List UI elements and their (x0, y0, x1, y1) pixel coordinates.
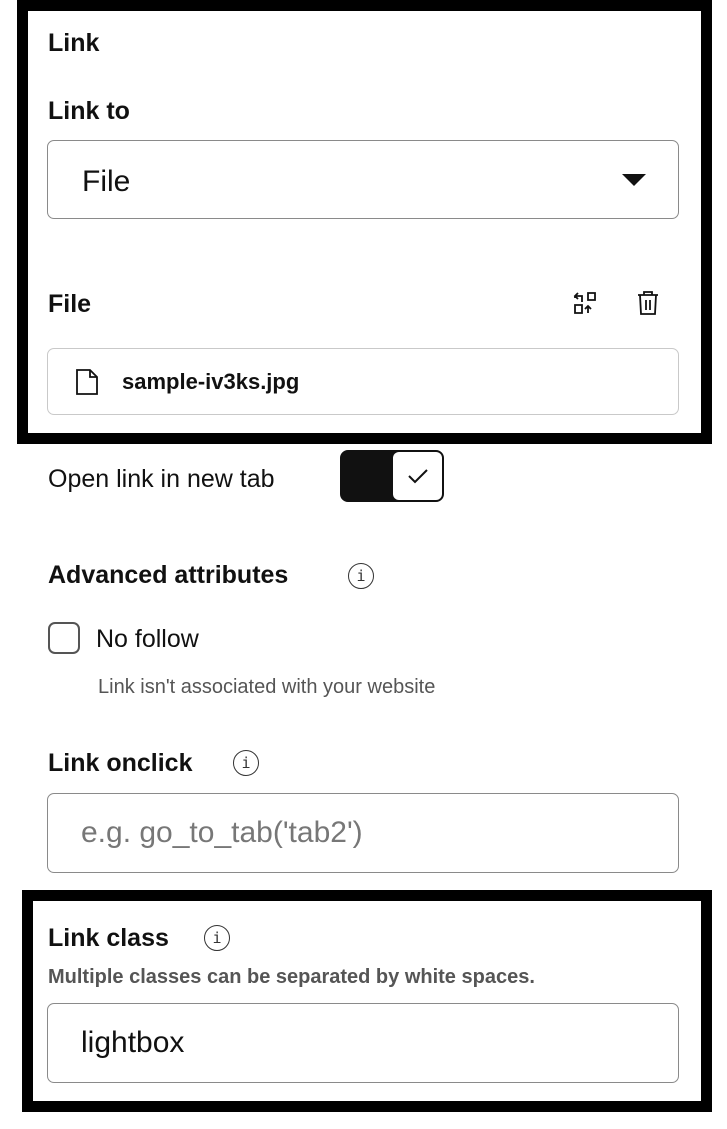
info-icon[interactable]: i (204, 925, 230, 951)
link-to-label: Link to (48, 97, 130, 125)
link-class-help: Multiple classes can be separated by whi… (48, 966, 535, 988)
info-icon[interactable]: i (233, 750, 259, 776)
new-tab-label: Open link in new tab (48, 465, 275, 493)
replace-icon (573, 292, 596, 314)
replace-file-button[interactable] (568, 286, 602, 320)
toggle-knob (393, 452, 442, 500)
advanced-attributes-title: Advanced attributes (48, 561, 289, 589)
new-tab-toggle[interactable] (340, 450, 444, 502)
no-follow-help: Link isn't associated with your website (98, 676, 436, 698)
file-name: sample-iv3ks.jpg (122, 369, 300, 394)
info-icon[interactable]: i (348, 563, 374, 589)
link-class-input[interactable] (47, 1003, 679, 1083)
link-to-select[interactable]: File (47, 140, 679, 219)
no-follow-label: No follow (96, 625, 199, 653)
link-onclick-label: Link onclick (48, 749, 193, 777)
link-class-label: Link class (48, 924, 169, 952)
caret-down-icon (622, 174, 646, 186)
no-follow-checkbox[interactable] (48, 622, 80, 654)
trash-icon (638, 291, 658, 315)
delete-file-button[interactable] (631, 286, 665, 320)
file-label: File (48, 290, 92, 318)
section-title-link: Link (48, 29, 100, 57)
link-onclick-input[interactable] (47, 793, 679, 873)
check-icon (407, 469, 428, 484)
link-to-selected-value: File (82, 165, 131, 198)
document-icon (76, 369, 98, 395)
selected-file-chip[interactable]: sample-iv3ks.jpg (47, 348, 679, 415)
